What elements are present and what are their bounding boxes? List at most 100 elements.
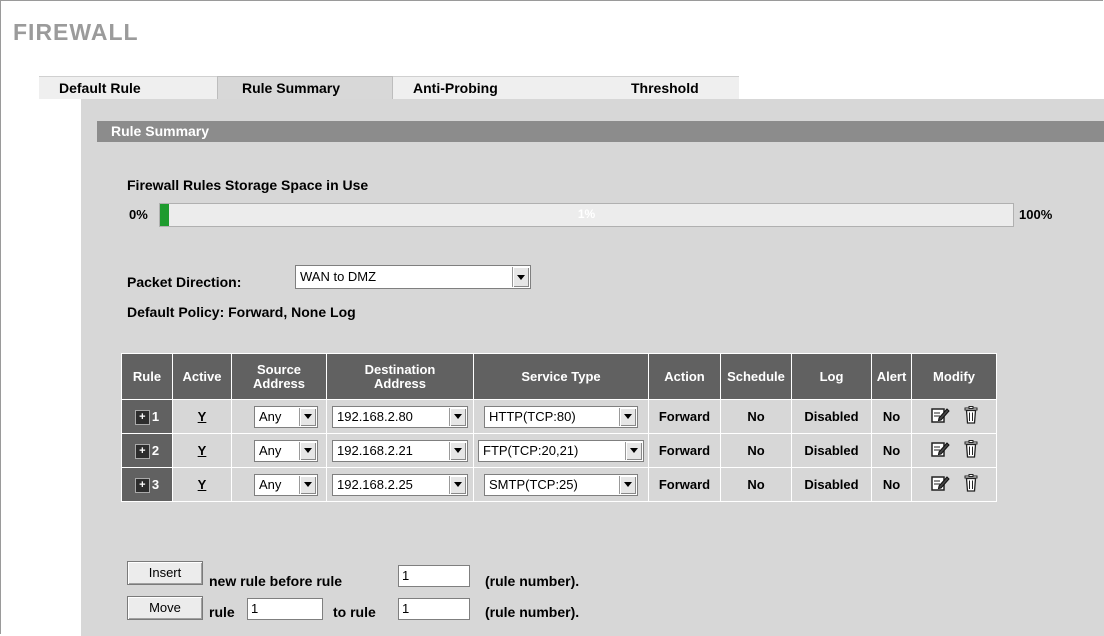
rules-table: Rule Active Source Address Destination Add…: [121, 353, 997, 502]
active-link[interactable]: Y: [198, 409, 207, 424]
packet-direction-select[interactable]: WAN to DMZ: [295, 265, 531, 289]
col-source: Source Address: [231, 353, 327, 400]
col-destination: Destination Address: [326, 353, 474, 400]
chevron-down-icon[interactable]: [299, 407, 316, 426]
destination-select[interactable]: 192.168.2.21: [332, 439, 468, 462]
storage-progress-bar: 1%: [159, 203, 1014, 227]
edit-icon[interactable]: [930, 474, 950, 495]
plus-box-icon[interactable]: +: [134, 443, 150, 459]
insert-text: new rule before rule: [209, 573, 343, 589]
move-rule-number-note: (rule number).: [485, 604, 580, 620]
move-to-input[interactable]: 1: [398, 598, 470, 620]
chevron-down-icon[interactable]: [299, 441, 316, 460]
col-active: Active: [172, 353, 232, 400]
log-cell: Disabled: [791, 399, 872, 434]
insert-rule-input[interactable]: 1: [398, 565, 470, 587]
modify-cell: [911, 433, 997, 468]
col-action: Action: [648, 353, 721, 400]
service-select[interactable]: SMTP(TCP:25): [484, 473, 638, 496]
schedule-cell: No: [720, 399, 792, 434]
source-cell: Any: [231, 467, 327, 502]
schedule-cell: No: [720, 467, 792, 502]
active-cell: Y: [172, 467, 232, 502]
active-link[interactable]: Y: [198, 443, 207, 458]
trash-icon[interactable]: [964, 406, 978, 427]
rule-number-cell: +2: [121, 433, 173, 468]
col-rule: Rule: [121, 353, 173, 400]
alert-cell: No: [871, 467, 912, 502]
storage-usage-text: 1%: [577, 207, 596, 221]
packet-direction-value: WAN to DMZ: [300, 269, 377, 284]
col-alert: Alert: [871, 353, 912, 400]
active-cell: Y: [172, 433, 232, 468]
chevron-down-icon[interactable]: [619, 407, 636, 426]
default-policy-text: Default Policy: Forward, None Log: [127, 304, 356, 320]
service-cell: SMTP(TCP:25): [473, 467, 649, 502]
table-row: +1 Y Any 192.168.2.80 HTTP(TCP:80) Forwa…: [121, 399, 997, 434]
source-select[interactable]: Any: [254, 405, 318, 428]
active-link[interactable]: Y: [198, 477, 207, 492]
destination-cell: 192.168.2.21: [326, 433, 474, 468]
firewall-window: FIREWALL Default Rule Rule Summary Anti-…: [0, 0, 1104, 636]
alert-cell: No: [871, 399, 912, 434]
tab-anti-probing[interactable]: Anti-Probing: [393, 76, 569, 99]
alert-cell: No: [871, 433, 912, 468]
insert-rule-number-note: (rule number).: [485, 573, 580, 589]
log-cell: Disabled: [791, 433, 872, 468]
section-header: Rule Summary: [97, 121, 1104, 142]
page-title: FIREWALL: [13, 19, 139, 45]
trash-icon[interactable]: [964, 474, 978, 495]
action-cell: Forward: [648, 433, 721, 468]
service-select[interactable]: HTTP(TCP:80): [484, 405, 638, 428]
chevron-down-icon[interactable]: [449, 407, 466, 426]
plus-box-icon[interactable]: +: [134, 409, 150, 425]
chevron-down-icon[interactable]: [625, 441, 642, 460]
source-cell: Any: [231, 399, 327, 434]
action-cell: Forward: [648, 399, 721, 434]
col-schedule: Schedule: [720, 353, 792, 400]
chevron-down-icon[interactable]: [449, 441, 466, 460]
progress-min-label: 0%: [129, 207, 148, 222]
col-service-type: Service Type: [473, 353, 649, 400]
edit-icon[interactable]: [930, 440, 950, 461]
source-select[interactable]: Any: [254, 473, 318, 496]
edit-icon[interactable]: [930, 406, 950, 427]
move-to-label: to rule: [333, 604, 376, 620]
rule-number-cell: +3: [121, 467, 173, 502]
modify-cell: [911, 399, 997, 434]
modify-cell: [911, 467, 997, 502]
service-cell: FTP(TCP:20,21): [473, 433, 649, 468]
progress-max-label: 100%: [1019, 207, 1053, 222]
move-button[interactable]: Move: [127, 596, 203, 620]
source-cell: Any: [231, 433, 327, 468]
chevron-down-icon[interactable]: [449, 475, 466, 494]
tab-rule-summary[interactable]: Rule Summary: [217, 76, 393, 99]
source-select[interactable]: Any: [254, 439, 318, 462]
chevron-down-icon[interactable]: [512, 267, 529, 287]
storage-label: Firewall Rules Storage Space in Use: [127, 177, 369, 193]
move-rule-label: rule: [209, 604, 235, 620]
table-header-row: Rule Active Source Address Destination Add…: [121, 353, 997, 400]
rule-number-cell: +1: [121, 399, 173, 434]
chevron-down-icon[interactable]: [299, 475, 316, 494]
trash-icon[interactable]: [964, 440, 978, 461]
packet-direction-label: Packet Direction:: [127, 274, 242, 290]
destination-select[interactable]: 192.168.2.25: [332, 473, 468, 496]
service-select[interactable]: FTP(TCP:20,21): [478, 439, 644, 462]
chevron-down-icon[interactable]: [619, 475, 636, 494]
move-from-input[interactable]: 1: [247, 598, 323, 620]
service-cell: HTTP(TCP:80): [473, 399, 649, 434]
destination-select[interactable]: 192.168.2.80: [332, 405, 468, 428]
plus-box-icon[interactable]: +: [134, 477, 150, 493]
destination-cell: 192.168.2.25: [326, 467, 474, 502]
insert-button[interactable]: Insert: [127, 561, 203, 585]
destination-cell: 192.168.2.80: [326, 399, 474, 434]
tab-bar: Default Rule Rule Summary Anti-Probing T…: [39, 76, 739, 99]
tab-default-rule[interactable]: Default Rule: [39, 76, 217, 99]
action-cell: Forward: [648, 467, 721, 502]
schedule-cell: No: [720, 433, 792, 468]
table-row: +3 Y Any 192.168.2.25 SMTP(TCP:25) Forwa…: [121, 467, 997, 502]
log-cell: Disabled: [791, 467, 872, 502]
tab-threshold[interactable]: Threshold: [569, 76, 739, 99]
active-cell: Y: [172, 399, 232, 434]
